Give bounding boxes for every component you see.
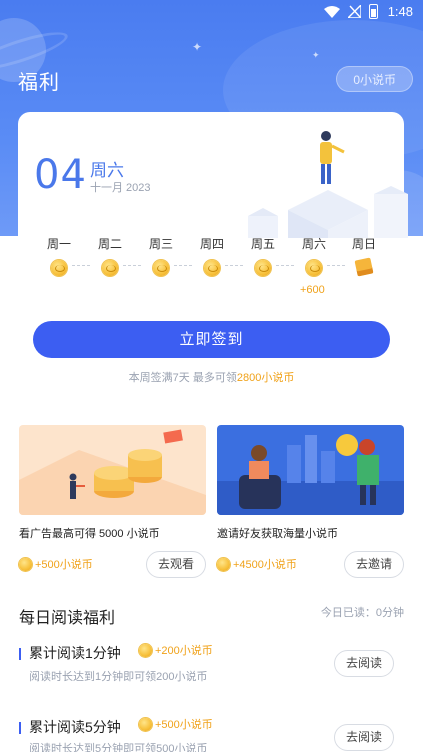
coin-icon [306, 260, 322, 276]
day-label: 周五 [250, 237, 275, 251]
reading-task-item: 累计阅读5分钟 +500小说币 阅读时长达到5分钟即可领500小说币 去阅读 [19, 714, 404, 752]
sign-in-button[interactable]: 立即签到 [33, 321, 390, 358]
day-fri: 周五 [238, 235, 288, 276]
reading-task-reward-text: +200小说币 [155, 645, 213, 657]
day-sun: 周日 [339, 235, 389, 277]
coin-icon [102, 260, 118, 276]
gift-icon [354, 257, 374, 277]
task-title: 邀请好友获取海量小说币 [217, 528, 338, 540]
go-read-button[interactable]: 去阅读 [334, 650, 394, 677]
person-illustration [248, 131, 408, 238]
coin-icon [217, 557, 230, 571]
reading-task-reward: +500小说币 [139, 716, 213, 732]
day-wed: 周三 [136, 235, 186, 276]
watch-ad-button[interactable]: 去观看 [146, 551, 206, 578]
coin-balance-button[interactable]: 0小说币 [336, 66, 413, 92]
reading-task-desc: 阅读时长达到5分钟即可领500小说币 [29, 743, 208, 752]
reading-task-title: 累计阅读5分钟 [29, 719, 121, 735]
star-icon: ✦ [192, 40, 203, 54]
signal-icon [347, 5, 361, 18]
invite-button[interactable]: 去邀请 [344, 551, 404, 578]
day-tue: 周二 [85, 235, 135, 276]
accent-bar [19, 648, 21, 660]
today-bonus: +600 [300, 284, 325, 296]
weekly-sign-in-row: 周一 周二 周三 周四 周五 周六 周日 [34, 235, 389, 277]
status-bar: 1:48 [0, 0, 423, 26]
day-label: 周三 [148, 237, 173, 251]
coins-illustration [19, 425, 206, 515]
task-reward: +500小说币 [19, 556, 93, 572]
reading-task-title: 累计阅读1分钟 [29, 645, 121, 661]
date-month-year: 十一月 2023 [90, 182, 151, 194]
task-card-invite: 邀请好友获取海量小说币 +4500小说币 去邀请 [217, 425, 404, 578]
sign-in-note-text: 本周签满7天 最多可领 [128, 372, 237, 384]
star-icon: ✦ [312, 50, 320, 60]
day-mon: 周一 [34, 235, 84, 276]
wifi-icon [323, 5, 340, 18]
invite-task-image [217, 425, 404, 515]
coin-icon [51, 260, 67, 276]
day-thu: 周四 [187, 235, 237, 276]
coin-icon [19, 557, 32, 571]
task-reward-text: +4500小说币 [233, 559, 297, 571]
day-label: 周日 [351, 237, 376, 251]
coin-icon [255, 260, 271, 276]
reading-task-desc: 阅读时长达到1分钟即可领200小说币 [29, 671, 208, 683]
day-sat: 周六 [289, 235, 339, 276]
date-weekday: 周六 [90, 161, 124, 180]
day-label: 周二 [97, 237, 122, 251]
reading-task-reward: +200小说币 [139, 642, 213, 658]
reading-task-item: 累计阅读1分钟 +200小说币 阅读时长达到1分钟即可领200小说币 去阅读 [19, 640, 404, 700]
coin-icon [153, 260, 169, 276]
today-read-time: 今日已读：0分钟 [320, 607, 404, 619]
coin-icon [139, 717, 152, 731]
go-read-button[interactable]: 去阅读 [334, 724, 394, 751]
daily-reading-title: 每日阅读福利 [19, 610, 116, 627]
task-reward-text: +500小说币 [35, 559, 93, 571]
friends-illustration [217, 425, 404, 515]
date-day: 04 [34, 152, 87, 198]
day-label: 周六 [301, 237, 326, 251]
ad-task-image [19, 425, 206, 515]
day-label: 周一 [46, 237, 71, 251]
task-card-watch-ad: 看广告最高可得 5000 小说币 +500小说币 去观看 [19, 425, 206, 578]
page-title: 福利 [18, 72, 60, 94]
task-title: 看广告最高可得 5000 小说币 [19, 528, 160, 540]
task-reward: +4500小说币 [217, 556, 297, 572]
accent-bar [19, 722, 21, 734]
coin-icon [139, 643, 152, 657]
reading-task-reward-text: +500小说币 [155, 719, 213, 731]
sign-in-note: 本周签满7天 最多可领2800小说币 [0, 369, 423, 385]
day-label: 周四 [199, 237, 224, 251]
status-time: 1:48 [387, 4, 413, 19]
coin-icon [204, 260, 220, 276]
battery-icon [368, 4, 378, 19]
sign-in-note-highlight: 2800小说币 [236, 372, 295, 384]
